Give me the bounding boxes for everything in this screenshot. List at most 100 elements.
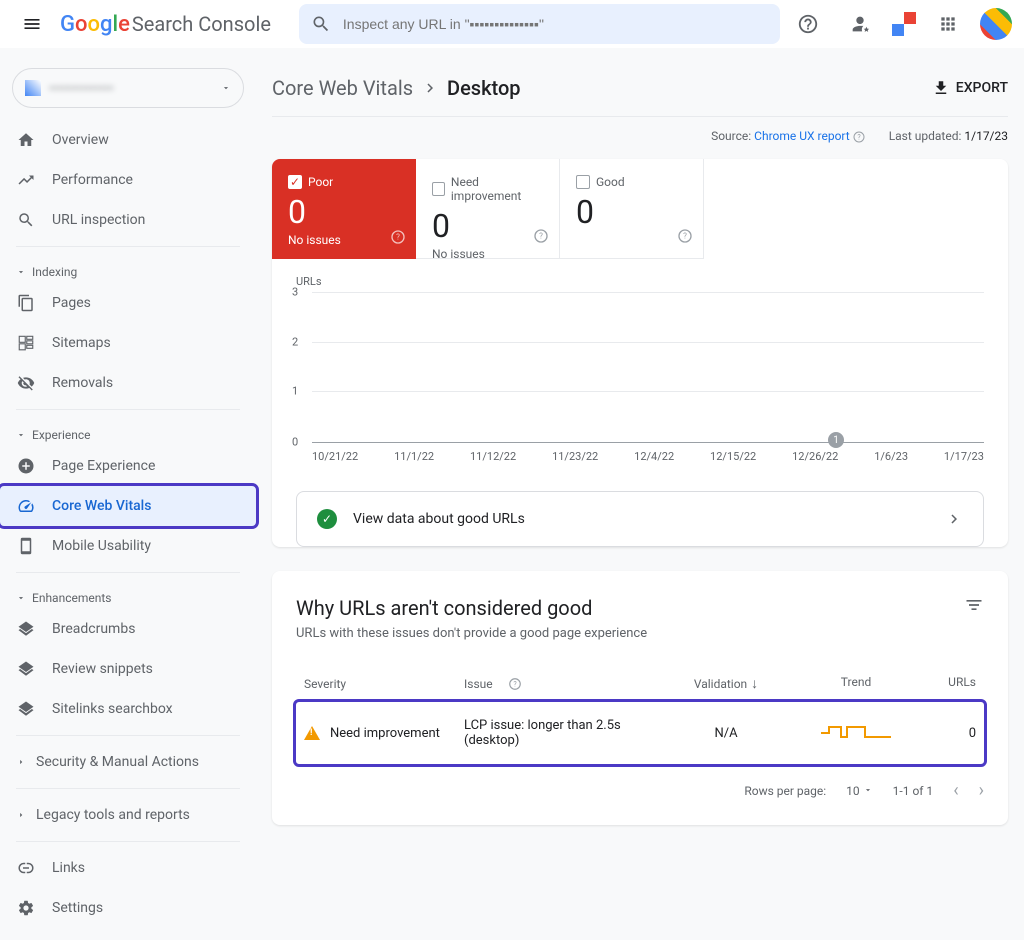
warning-icon	[304, 726, 320, 740]
divider	[16, 409, 240, 410]
status-tab-need-improvement[interactable]: Need improvement 0 No issues ?	[416, 159, 560, 259]
notification-icon[interactable]	[892, 12, 916, 36]
x-tick: 10/21/22	[312, 450, 358, 463]
th-urls[interactable]: URLs	[916, 675, 976, 692]
prev-page-button[interactable]: ‹	[953, 780, 958, 801]
sidebar-item-sitelinks-searchbox[interactable]: Sitelinks searchbox	[0, 689, 256, 729]
chevron-down-icon	[16, 267, 26, 277]
avatar[interactable]	[980, 8, 1012, 40]
nav-label: Pages	[52, 295, 91, 311]
issues-table: Severity Issue ? Validation↓ Trend URLs …	[296, 665, 984, 764]
th-validation[interactable]: Validation↓	[656, 675, 796, 692]
view-good-urls-button[interactable]: ✓ View data about good URLs	[296, 491, 984, 547]
sidebar-item-settings[interactable]: Settings	[0, 888, 256, 928]
y-tick: 3	[292, 286, 298, 299]
sitemap-icon	[16, 334, 36, 352]
chart-annotation-marker[interactable]: 1	[828, 432, 844, 448]
breadcrumb-row: Core Web Vitals Desktop EXPORT	[272, 64, 1008, 117]
nav-label: Mobile Usability	[52, 538, 151, 554]
nav-label: Breadcrumbs	[52, 621, 135, 637]
nav-label: Security & Manual Actions	[36, 754, 199, 770]
status-tab-poor[interactable]: ✓Poor 0 No issues ?	[272, 159, 416, 259]
cell-issue: LCP issue: longer than 2.5s (desktop)	[464, 718, 656, 748]
section-experience[interactable]: Experience	[0, 416, 256, 446]
sidebar-item-breadcrumbs[interactable]: Breadcrumbs	[0, 609, 256, 649]
plus-circle-icon	[16, 457, 36, 475]
export-button[interactable]: EXPORT	[932, 79, 1008, 97]
section-label: Enhancements	[32, 591, 112, 605]
next-page-button[interactable]: ›	[979, 780, 984, 801]
x-tick: 12/15/22	[710, 450, 756, 463]
sidebar-item-links[interactable]: Links	[0, 848, 256, 888]
breadcrumb-current: Desktop	[447, 76, 521, 100]
x-tick: 12/26/22	[792, 450, 838, 463]
pagination: Rows per page: 10 1-1 of 1 ‹ ›	[296, 780, 984, 801]
apps-icon[interactable]	[928, 4, 968, 44]
chevron-right-icon	[16, 757, 26, 767]
checkbox-checked-icon: ✓	[288, 175, 302, 189]
sidebar-item-mobile-usability[interactable]: Mobile Usability	[0, 526, 256, 566]
sidebar-item-security[interactable]: Security & Manual Actions	[0, 742, 256, 782]
source-link[interactable]: Chrome UX report	[754, 129, 850, 143]
sidebar-item-url-inspection[interactable]: URL inspection	[0, 200, 256, 240]
status-label: Need improvement	[451, 175, 543, 203]
google-logo[interactable]: Google Search Console	[60, 12, 271, 37]
checkbox-icon	[432, 182, 445, 196]
chart-ylabel: URLs	[296, 275, 984, 288]
sidebar-item-pages[interactable]: Pages	[0, 283, 256, 323]
help-icon[interactable]	[788, 4, 828, 44]
th-trend[interactable]: Trend	[796, 675, 916, 692]
property-selector[interactable]: ▪▪▪▪▪▪▪▪▪▪▪▪▪▪	[12, 68, 244, 108]
sidebar-item-performance[interactable]: Performance	[0, 160, 256, 200]
url-inspect-search[interactable]	[299, 4, 780, 44]
app-header: Google Search Console	[0, 0, 1024, 48]
y-tick: 0	[292, 436, 298, 449]
svg-text:?: ?	[539, 232, 543, 241]
property-name: ▪▪▪▪▪▪▪▪▪▪▪▪▪▪	[49, 80, 213, 96]
chevron-down-icon	[16, 593, 26, 603]
chevron-right-icon	[16, 810, 26, 820]
table-row[interactable]: Need improvement LCP issue: longer than …	[296, 702, 984, 764]
help-icon[interactable]: ?	[508, 677, 522, 691]
th-severity[interactable]: Severity	[304, 675, 464, 692]
status-tab-good[interactable]: Good 0 ?	[560, 159, 704, 259]
status-sub: No issues	[288, 233, 400, 247]
sidebar-item-removals[interactable]: Removals	[0, 363, 256, 403]
svg-text:?: ?	[857, 133, 861, 141]
help-icon[interactable]: ?	[853, 131, 865, 143]
help-icon[interactable]: ?	[677, 228, 693, 248]
sidebar-item-core-web-vitals[interactable]: Core Web Vitals	[0, 486, 256, 526]
url-inspect-input[interactable]	[343, 16, 768, 32]
nav-label: Settings	[52, 900, 103, 916]
breadcrumb-parent[interactable]: Core Web Vitals	[272, 76, 413, 100]
th-issue[interactable]: Issue ?	[464, 675, 656, 692]
x-tick: 1/6/23	[874, 450, 908, 463]
sidebar-item-legacy[interactable]: Legacy tools and reports	[0, 795, 256, 835]
rows-per-page-select[interactable]: 10	[846, 784, 872, 798]
sidebar-item-overview[interactable]: Overview	[0, 120, 256, 160]
sidebar-item-page-experience[interactable]: Page Experience	[0, 446, 256, 486]
trending-icon	[16, 171, 36, 189]
divider	[16, 246, 240, 247]
updated-info: Last updated: 1/17/23	[889, 129, 1008, 143]
divider	[16, 735, 240, 736]
x-tick: 11/12/22	[470, 450, 516, 463]
x-tick: 12/4/22	[634, 450, 674, 463]
menu-icon[interactable]	[12, 4, 52, 44]
help-icon[interactable]: ?	[390, 229, 406, 249]
nav-label: Overview	[52, 132, 109, 148]
section-enhancements[interactable]: Enhancements	[0, 579, 256, 609]
x-tick: 11/23/22	[552, 450, 598, 463]
cell-trend	[796, 723, 916, 743]
help-icon[interactable]: ?	[533, 228, 549, 248]
section-indexing[interactable]: Indexing	[0, 253, 256, 283]
page-range: 1-1 of 1	[893, 784, 934, 798]
filter-icon[interactable]	[964, 595, 984, 620]
user-manage-icon[interactable]	[840, 4, 880, 44]
property-icon	[25, 80, 41, 96]
sidebar-item-sitemaps[interactable]: Sitemaps	[0, 323, 256, 363]
svg-text:?: ?	[396, 233, 400, 242]
sidebar-item-review-snippets[interactable]: Review snippets	[0, 649, 256, 689]
status-chart-card: ✓Poor 0 No issues ? Need improvement 0 N…	[272, 159, 1008, 547]
speed-icon	[16, 497, 36, 515]
